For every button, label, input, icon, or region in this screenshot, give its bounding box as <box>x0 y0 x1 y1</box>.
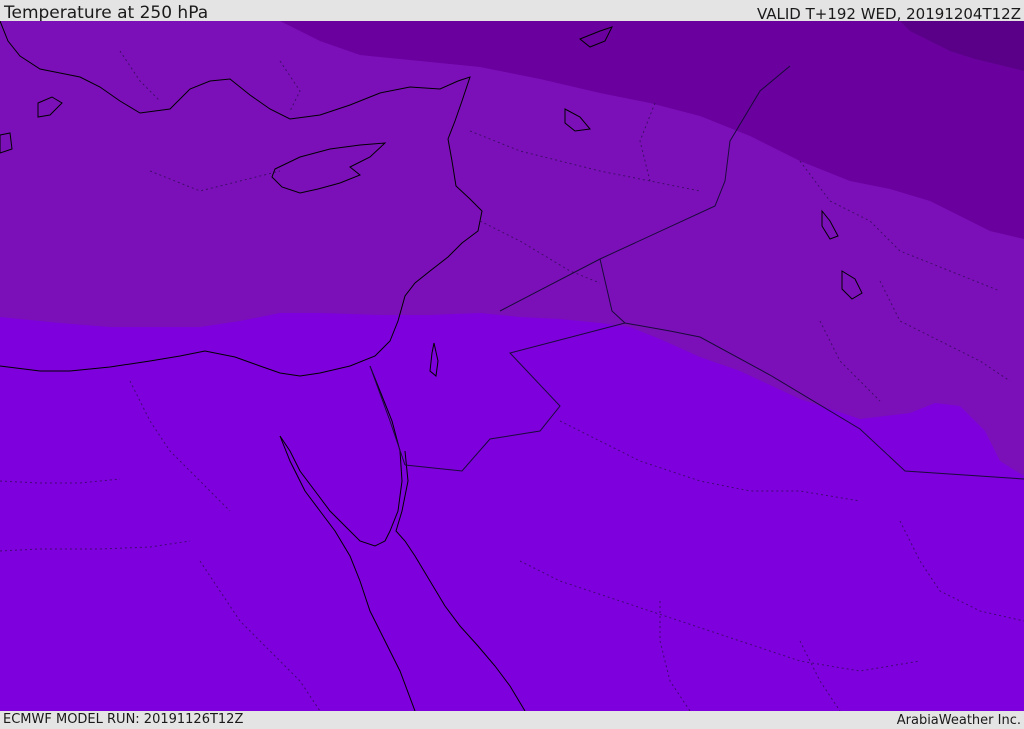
temperature-map <box>0 21 1024 711</box>
credit: ArabiaWeather Inc. <box>896 713 1021 728</box>
map-title: Temperature at 250 hPa <box>4 3 209 23</box>
model-run: ECMWF MODEL RUN: 20191126T12Z <box>3 712 244 727</box>
map-area <box>0 21 1024 711</box>
title-bar: Temperature at 250 hPa VALID T+192 WED, … <box>0 0 1024 23</box>
footer-bar: ECMWF MODEL RUN: 20191126T12Z ArabiaWeat… <box>0 711 1024 729</box>
